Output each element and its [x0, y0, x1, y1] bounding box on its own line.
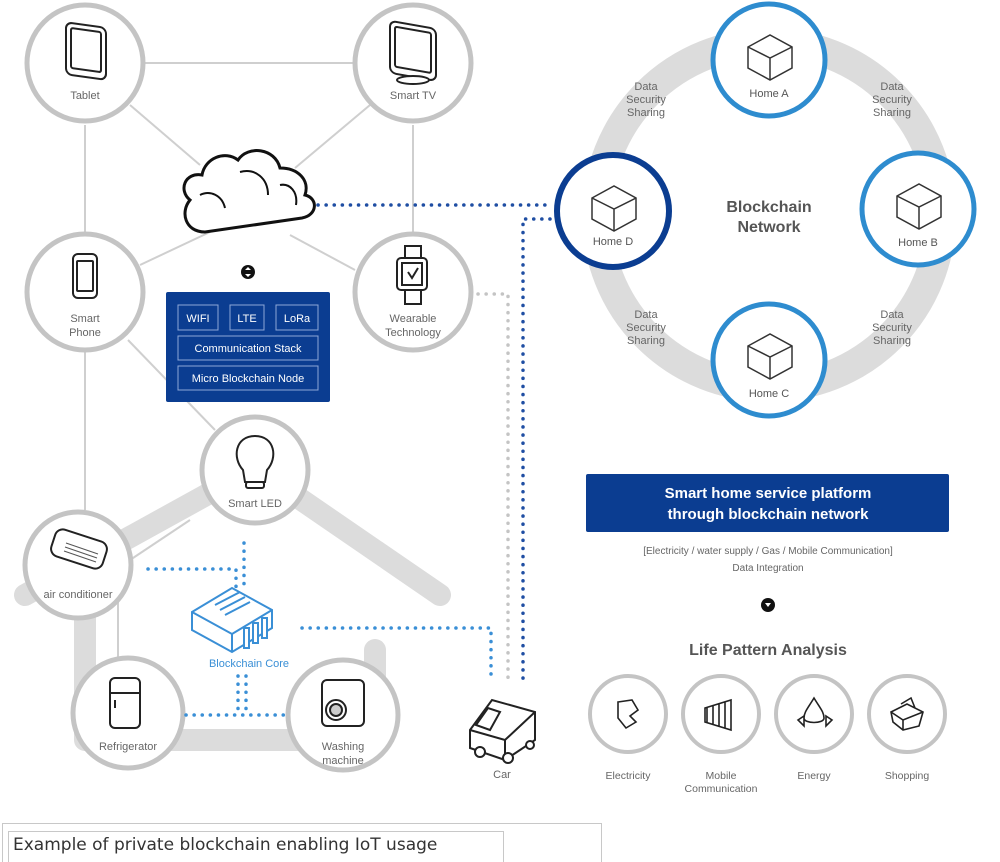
device-smart-led: Smart LED — [199, 414, 311, 526]
smart-tv-label: Smart TV — [390, 90, 437, 102]
tablet-label: Tablet — [70, 90, 99, 102]
home-d: Home D — [554, 152, 672, 270]
van-icon — [469, 698, 536, 764]
tablet-icon — [65, 22, 107, 81]
home-c-label: Home C — [749, 388, 789, 400]
blockchain-core-label: Blockchain Core — [209, 658, 289, 670]
wearable-label-1: Wearable — [390, 313, 437, 325]
smart-phone-label-2: Phone — [69, 327, 101, 339]
home-a: Home A — [710, 1, 828, 119]
platform-banner: Smart home service platform through bloc… — [586, 474, 949, 532]
car-gray-link — [476, 292, 510, 682]
washing-machine-icon — [321, 679, 365, 727]
communication-stack-label: Communication Stack — [195, 343, 302, 355]
washing-machine-label-2: machine — [322, 755, 364, 767]
cloud-icon — [182, 149, 316, 234]
analysis-title: Life Pattern Analysis — [689, 642, 847, 659]
washing-machine-label-1: Washing — [322, 741, 364, 753]
category-circle — [681, 674, 761, 754]
device-washing-machine: Washing machine — [285, 657, 401, 773]
svg-text:Sharing: Sharing — [873, 335, 911, 347]
banner-line-1: Smart home service platform — [665, 485, 872, 502]
category-energy: Energy — [774, 674, 854, 782]
network-title-1: Blockchain — [726, 199, 811, 216]
network-title-2: Network — [737, 219, 800, 236]
chip-icon — [191, 586, 273, 654]
category-electricity: Electricity — [588, 674, 668, 782]
home-d-label: Home D — [593, 236, 633, 248]
air-conditioner-label: air conditioner — [43, 589, 112, 601]
device-wearable: Wearable Technology — [352, 231, 474, 353]
home-b: Home B — [859, 150, 977, 268]
integration-line-2: Data Integration — [732, 563, 803, 574]
svg-text:Data: Data — [634, 81, 658, 93]
down-arrow-icon — [761, 598, 775, 612]
device-smart-phone: Smart Phone — [24, 231, 146, 353]
svg-text:Sharing: Sharing — [627, 335, 665, 347]
category-label: Communication — [685, 783, 758, 795]
svg-text:Sharing: Sharing — [627, 107, 665, 119]
svg-text:Data: Data — [634, 309, 658, 321]
refrigerator-label: Refrigerator — [99, 741, 157, 753]
banner-line-2: through blockchain network — [668, 506, 870, 523]
svg-text:Security: Security — [872, 94, 912, 106]
device-smart-tv: Smart TV — [352, 2, 474, 124]
device-air-conditioner: air conditioner — [22, 509, 134, 621]
device-refrigerator: Refrigerator — [70, 655, 186, 771]
tv-icon — [389, 20, 437, 85]
category-circle — [867, 674, 947, 754]
protocol-lora: LoRa — [284, 313, 311, 325]
category-list: Electricity MobileCommunication Energy Shop… — [588, 674, 947, 795]
home-b-label: Home B — [898, 237, 938, 249]
smart-led-label: Smart LED — [228, 498, 282, 510]
svg-text:Security: Security — [872, 322, 912, 334]
svg-text:Sharing: Sharing — [873, 107, 911, 119]
category-mobile: MobileCommunication — [681, 674, 761, 795]
svg-text:Security: Security — [626, 94, 666, 106]
micro-blockchain-node-label: Micro Blockchain Node — [192, 373, 305, 385]
home-a-label: Home A — [749, 88, 789, 100]
svg-text:Data: Data — [880, 309, 904, 321]
integration-line-1: [Electricity / water supply / Gas / Mobi… — [643, 546, 893, 557]
micro-node-box: WIFI LTE LoRa Communication Stack Micro … — [166, 292, 330, 402]
smartphone-icon — [72, 253, 98, 299]
device-tablet: Tablet — [24, 2, 146, 124]
protocol-lte: LTE — [237, 313, 256, 325]
category-circle — [774, 674, 854, 754]
home-c: Home C — [710, 301, 828, 419]
iot-blockchain-diagram: Tablet Smart TV Smart Phone Wearable Tec… — [14, 1, 977, 795]
category-circle — [588, 674, 668, 754]
protocol-wifi: WIFI — [186, 313, 209, 325]
svg-text:Security: Security — [626, 322, 666, 334]
svg-text:Data: Data — [880, 81, 904, 93]
category-label: Electricity — [606, 770, 652, 782]
category-label: Mobile — [706, 770, 737, 782]
wearable-label-2: Technology — [385, 327, 441, 339]
smart-phone-label-1: Smart — [70, 313, 99, 325]
refrigerator-icon — [109, 677, 141, 729]
category-shopping: Shopping — [867, 674, 947, 782]
category-label: Energy — [797, 770, 831, 782]
category-label: Shopping — [885, 770, 930, 782]
figure-caption: Example of private blockchain enabling I… — [13, 835, 438, 855]
bidirectional-arrow-icon — [241, 265, 255, 279]
car-label: Car — [493, 769, 511, 781]
